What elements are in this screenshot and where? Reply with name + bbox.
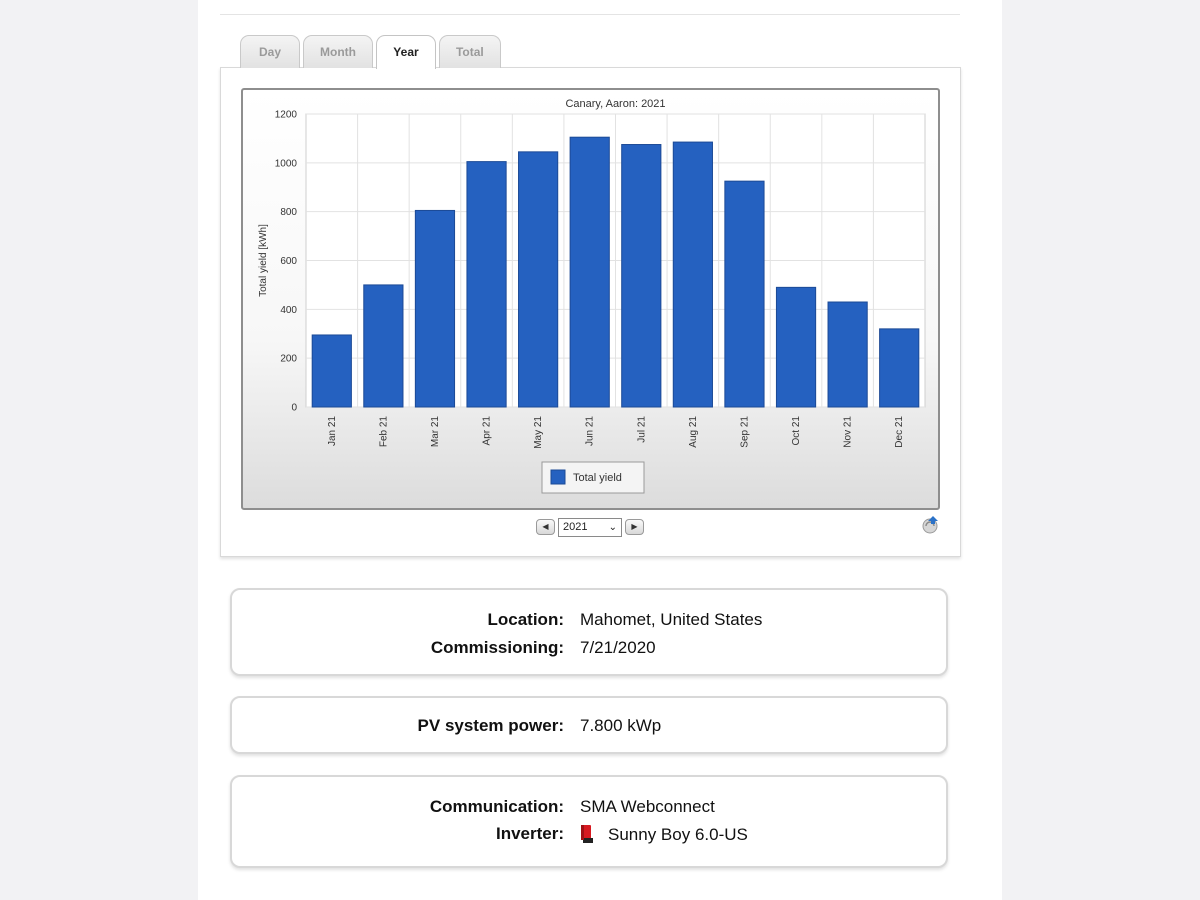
device-info-box: Communication: SMA Webconnect Inverter: … bbox=[230, 775, 948, 868]
inverter-value: Sunny Boy 6.0-US bbox=[608, 825, 748, 844]
commissioning-label: Commissioning: bbox=[430, 638, 564, 657]
x-tick-label: Nov 21 bbox=[843, 416, 854, 448]
export-icon[interactable] bbox=[921, 515, 941, 535]
tab-total[interactable]: Total bbox=[438, 35, 501, 68]
inverter-value-wrap[interactable]: Sunny Boy 6.0-US bbox=[580, 824, 748, 845]
bar-sep-21 bbox=[724, 180, 765, 408]
period-tabs: Day Month Year Total bbox=[240, 35, 501, 69]
bar-jan-21 bbox=[311, 334, 352, 408]
bar-oct-21 bbox=[775, 286, 817, 408]
tab-day[interactable]: Day bbox=[240, 35, 300, 68]
bar-mar-21 bbox=[414, 209, 456, 408]
location-label: Location: bbox=[487, 610, 565, 629]
tab-month[interactable]: Month bbox=[303, 35, 373, 68]
bar-aug-21 bbox=[672, 141, 713, 408]
inverter-label: Inverter: bbox=[495, 824, 564, 843]
bar-nov-21 bbox=[827, 301, 868, 408]
chart-title: Canary, Aaron: 2021 bbox=[565, 98, 665, 110]
power-info-box: PV system power: 7.800 kWp bbox=[230, 696, 948, 754]
y-axis-label: Total yield [kWh] bbox=[258, 224, 269, 297]
x-tick-label: Apr 21 bbox=[482, 416, 493, 446]
y-tick-label: 600 bbox=[280, 256, 297, 267]
next-year-button[interactable]: ▶ bbox=[625, 519, 644, 535]
x-tick-label: Sep 21 bbox=[739, 416, 750, 448]
pv-power-value: 7.800 kWp bbox=[580, 716, 662, 735]
location-info-box: Location: Mahomet, United States Commiss… bbox=[230, 588, 948, 676]
bar-jul-21 bbox=[621, 144, 662, 408]
x-tick-label: Aug 21 bbox=[688, 416, 699, 448]
chart-panel: 0 200 400 600 800 1000 1200 Jan 21 Feb 21 Mar 21 A… bbox=[220, 67, 961, 557]
main-content: Day Month Year Total 0 200 400 600 800 1000 12… bbox=[198, 0, 1002, 900]
yield-bar-chart: 0 200 400 600 800 1000 1200 Jan 21 Feb 21 Mar 21 A… bbox=[258, 98, 926, 494]
divider bbox=[220, 14, 960, 15]
x-tick-label: Jul 21 bbox=[636, 416, 647, 443]
bar-jun-21 bbox=[569, 136, 610, 408]
previous-year-button[interactable]: ◀ bbox=[536, 519, 555, 535]
y-tick-label: 1000 bbox=[275, 158, 298, 169]
x-tick-label: Jun 21 bbox=[585, 416, 596, 446]
communication-label: Communication: bbox=[429, 797, 564, 816]
bar-apr-21 bbox=[466, 161, 507, 408]
commissioning-value: 7/21/2020 bbox=[580, 638, 656, 657]
y-tick-label: 0 bbox=[291, 403, 297, 414]
bar-feb-21 bbox=[363, 284, 404, 408]
x-tick-label: Mar 21 bbox=[430, 416, 441, 448]
communication-value: SMA Webconnect bbox=[580, 797, 715, 816]
year-select[interactable]: 2021 ⌄ bbox=[558, 517, 622, 537]
y-tick-label: 800 bbox=[280, 207, 297, 218]
chart-frame: 0 200 400 600 800 1000 1200 Jan 21 Feb 21 Mar 21 A… bbox=[241, 88, 940, 510]
tab-year[interactable]: Year bbox=[375, 35, 436, 69]
location-value: Mahomet, United States bbox=[580, 610, 763, 629]
x-tick-label: Dec 21 bbox=[894, 416, 905, 448]
legend-label: Total yield bbox=[573, 472, 622, 484]
bar-may-21 bbox=[518, 151, 559, 408]
bar-dec-21 bbox=[879, 328, 920, 408]
x-tick-label: Oct 21 bbox=[791, 416, 802, 446]
x-tick-label: Feb 21 bbox=[378, 416, 389, 448]
y-tick-label: 200 bbox=[280, 354, 297, 365]
year-navigation: ◀ 2021 ⌄ ▶ bbox=[536, 516, 644, 538]
x-tick-label: May 21 bbox=[533, 416, 544, 449]
chevron-down-icon: ⌄ bbox=[608, 521, 617, 533]
y-tick-label: 1200 bbox=[275, 110, 298, 121]
x-tick-label: Jan 21 bbox=[327, 416, 338, 446]
legend-swatch bbox=[550, 469, 566, 485]
year-select-value: 2021 bbox=[563, 521, 588, 533]
pv-power-label: PV system power: bbox=[417, 716, 564, 735]
inverter-icon bbox=[581, 825, 593, 843]
y-tick-label: 400 bbox=[280, 305, 297, 316]
triangle-right-icon: ▶ bbox=[631, 522, 638, 531]
triangle-left-icon: ◀ bbox=[542, 522, 549, 531]
